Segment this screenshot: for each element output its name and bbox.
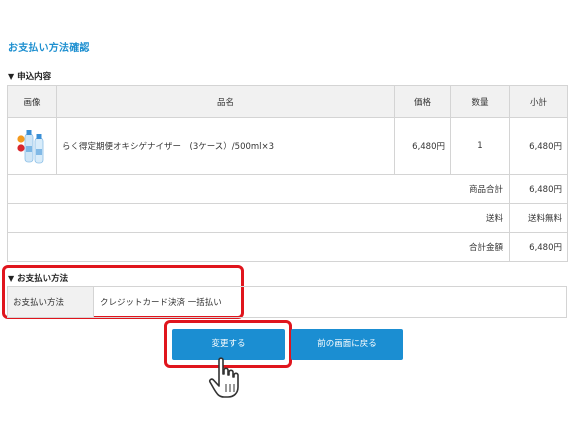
header-name: 品名 — [56, 85, 395, 118]
product-price: 6,480円 — [394, 117, 451, 175]
payment-section-heading: ▼ お支払い方法 — [8, 272, 68, 284]
payment-heading-label: お支払い方法 — [17, 274, 69, 284]
order-table: 画像 品名 価格 数量 小計 らく得定期便オキシゲナイザー (3ケース）/500… — [7, 85, 568, 262]
payment-method-label: お支払い方法 — [7, 286, 94, 318]
product-qty: 1 — [450, 117, 510, 175]
page-title: お支払い方法確認 — [8, 43, 90, 54]
order-heading-label: 申込内容 — [17, 72, 52, 82]
water-bottles-icon — [15, 126, 49, 166]
summary-label-grand-total: 合計金額 — [7, 232, 510, 262]
hand-pointer-icon — [208, 356, 244, 400]
payment-method-value: クレジットカード決済 一括払い — [93, 286, 567, 318]
header-subtotal: 小計 — [509, 85, 568, 118]
header-qty: 数量 — [450, 85, 510, 118]
header-image: 画像 — [7, 85, 57, 118]
order-section-heading: ▼ 申込内容 — [8, 70, 51, 82]
payment-row: お支払い方法 クレジットカード決済 一括払い — [7, 286, 567, 318]
product-name: らく得定期便オキシゲナイザー (3ケース）/500ml×3 — [56, 117, 395, 175]
header-price: 価格 — [394, 85, 451, 118]
back-button[interactable]: 前の画面に戻る — [291, 329, 403, 360]
summary-row-goods-total: 商品合計 6,480円 — [7, 174, 568, 204]
summary-value-shipping: 送料無料 — [509, 203, 568, 233]
product-image-cell — [7, 117, 57, 175]
summary-value-grand-total: 6,480円 — [509, 232, 568, 262]
summary-row-shipping: 送料 送料無料 — [7, 203, 568, 233]
triangle-down-icon: ▼ — [8, 72, 15, 81]
summary-label-goods-total: 商品合計 — [7, 174, 510, 204]
summary-label-shipping: 送料 — [7, 203, 510, 233]
order-table-header: 画像 品名 価格 数量 小計 — [7, 85, 568, 118]
product-subtotal: 6,480円 — [509, 117, 568, 175]
summary-row-grand-total: 合計金額 6,480円 — [7, 232, 568, 262]
table-row: らく得定期便オキシゲナイザー (3ケース）/500ml×3 6,480円 1 6… — [7, 117, 568, 175]
summary-value-goods-total: 6,480円 — [509, 174, 568, 204]
triangle-down-icon: ▼ — [8, 274, 15, 283]
payment-table: お支払い方法 クレジットカード決済 一括払い — [7, 286, 567, 318]
